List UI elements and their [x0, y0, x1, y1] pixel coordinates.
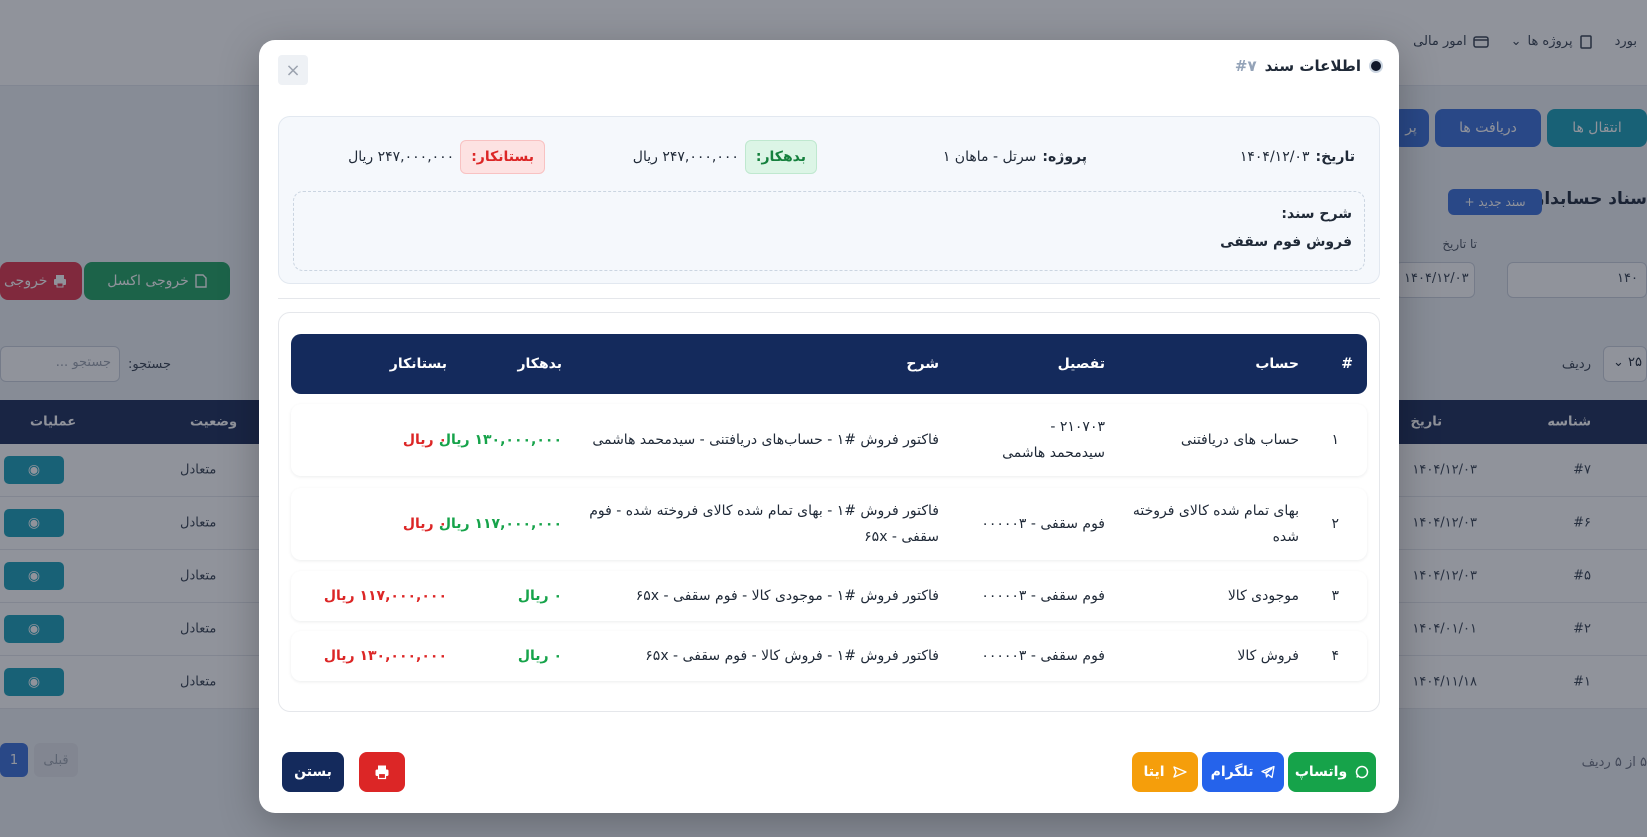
row-description: فاکتور فروش #۱ - موجودی کالا - فوم سقفی …	[635, 588, 939, 604]
whatsapp-icon	[1355, 765, 1369, 779]
row-debit: ۱۱۷,۰۰۰,۰۰۰ ریال	[438, 516, 562, 532]
description-value: فروش فوم سقفی	[1220, 234, 1352, 250]
col-debit: بدهکار	[517, 356, 562, 372]
eitaa-label: ایتا	[1143, 764, 1165, 780]
row-account: حساب های دریافتنی	[1180, 432, 1299, 448]
description-box: شرح سند: فروش فوم سقفی	[293, 191, 1365, 271]
table-row: ۳ موجودی کالا فوم سقفی - ۰۰۰۰۰۳ فاکتور ف…	[291, 571, 1367, 621]
row-detail: ۲۱۰۷۰۳ - سیدمحمد هاشمی	[1002, 419, 1105, 461]
whatsapp-share-button[interactable]: واتساپ	[1288, 752, 1376, 792]
description-key: شرح سند:	[1281, 206, 1352, 222]
date-key: تاریخ:	[1315, 149, 1355, 165]
row-detail: فوم سقفی - ۰۰۰۰۰۳	[981, 516, 1105, 532]
row-detail: فوم سقفی - ۰۰۰۰۰۳	[981, 588, 1105, 604]
col-num: #	[1341, 356, 1353, 372]
table-row: ۲ بهای تمام شده کالای فروخته شده فوم سقف…	[291, 488, 1367, 560]
date-info: تاریخ: ۱۴۰۴/۱۲/۰۳	[1240, 140, 1355, 174]
eitaa-share-button[interactable]: ایتا	[1132, 752, 1198, 792]
row-account: موجودی کالا	[1227, 588, 1299, 604]
table-row: ۴ فروش کالا فوم سقفی - ۰۰۰۰۰۳ فاکتور فرو…	[291, 631, 1367, 681]
row-credit: ۱۱۷,۰۰۰,۰۰۰ ریال	[323, 588, 447, 604]
close-modal-button[interactable]: بستن	[282, 752, 344, 792]
bullet-icon	[1369, 59, 1383, 73]
telegram-icon	[1261, 765, 1276, 779]
project-value: سرتل - ماهان ۱	[942, 149, 1037, 165]
document-info-modal: اطلاعات سند #۷ × تاریخ: ۱۴۰۴/۱۲/۰۳ پروژه…	[259, 40, 1399, 813]
row-num: ۳	[1331, 588, 1339, 604]
modal-title-text: اطلاعات سند	[1264, 57, 1361, 75]
row-description: فاکتور فروش #۱ - حساب‌های دریافتنی - سید…	[592, 432, 939, 448]
row-account: فروش کالا	[1237, 648, 1299, 664]
document-number: #۷	[1234, 57, 1257, 75]
row-credit: ۰ ریال	[402, 516, 447, 532]
credit-badge: بستانکار:	[460, 140, 545, 174]
project-info: پروژه: سرتل - ماهان ۱	[943, 140, 1087, 174]
row-debit: ۰ ریال	[517, 648, 562, 664]
document-summary-card: تاریخ: ۱۴۰۴/۱۲/۰۳ پروژه: سرتل - ماهان ۱ …	[278, 116, 1380, 284]
col-detail: تفصیل	[1057, 356, 1105, 372]
col-description: شرح	[906, 356, 939, 372]
close-button[interactable]: ×	[278, 55, 308, 85]
print-button[interactable]	[359, 752, 405, 792]
row-credit: ۱۳۰,۰۰۰,۰۰۰ ریال	[323, 648, 447, 664]
col-credit: بستانکار	[389, 356, 447, 372]
col-account: حساب	[1255, 356, 1299, 372]
row-num: ۲	[1331, 516, 1339, 532]
row-description: فاکتور فروش #۱ - فروش کالا - فوم سقفی - …	[645, 648, 939, 664]
row-debit: ۱۳۰,۰۰۰,۰۰۰ ریال	[438, 432, 562, 448]
telegram-share-button[interactable]: تلگرام	[1202, 752, 1284, 792]
telegram-label: تلگرام	[1210, 764, 1254, 780]
close-icon: ×	[285, 59, 301, 81]
eitaa-icon	[1172, 766, 1187, 778]
debit-total: ۲۴۷,۰۰۰,۰۰۰ ریال	[632, 149, 739, 165]
credit-info: بستانکار: ۲۴۷,۰۰۰,۰۰۰ ریال	[348, 140, 545, 174]
credit-total: ۲۴۷,۰۰۰,۰۰۰ ریال	[348, 149, 455, 165]
entries-table: # حساب تفصیل شرح بدهکار بستانکار ۱ حساب …	[278, 312, 1380, 712]
row-num: ۴	[1331, 648, 1339, 664]
date-value: ۱۴۰۴/۱۲/۰۳	[1239, 149, 1310, 165]
row-debit: ۰ ریال	[517, 588, 562, 604]
row-detail: فوم سقفی - ۰۰۰۰۰۳	[981, 648, 1105, 664]
whatsapp-label: واتساپ	[1294, 764, 1348, 780]
debit-badge: بدهکار:	[744, 140, 817, 174]
row-description: فاکتور فروش #۱ - بهای تمام شده کالای فرو…	[589, 503, 939, 545]
table-row: ۱ حساب های دریافتنی ۲۱۰۷۰۳ - سیدمحمد هاش…	[291, 404, 1367, 476]
debit-info: بدهکار: ۲۴۷,۰۰۰,۰۰۰ ریال	[633, 140, 817, 174]
row-num: ۱	[1331, 432, 1339, 448]
printer-icon	[375, 765, 389, 780]
project-key: پروژه:	[1042, 149, 1087, 165]
divider	[278, 298, 1380, 299]
entries-table-header: # حساب تفصیل شرح بدهکار بستانکار	[291, 334, 1367, 394]
modal-title: اطلاعات سند #۷	[1235, 57, 1383, 75]
row-credit: ۰ ریال	[402, 432, 447, 448]
row-account: بهای تمام شده کالای فروخته شده	[1132, 503, 1299, 545]
